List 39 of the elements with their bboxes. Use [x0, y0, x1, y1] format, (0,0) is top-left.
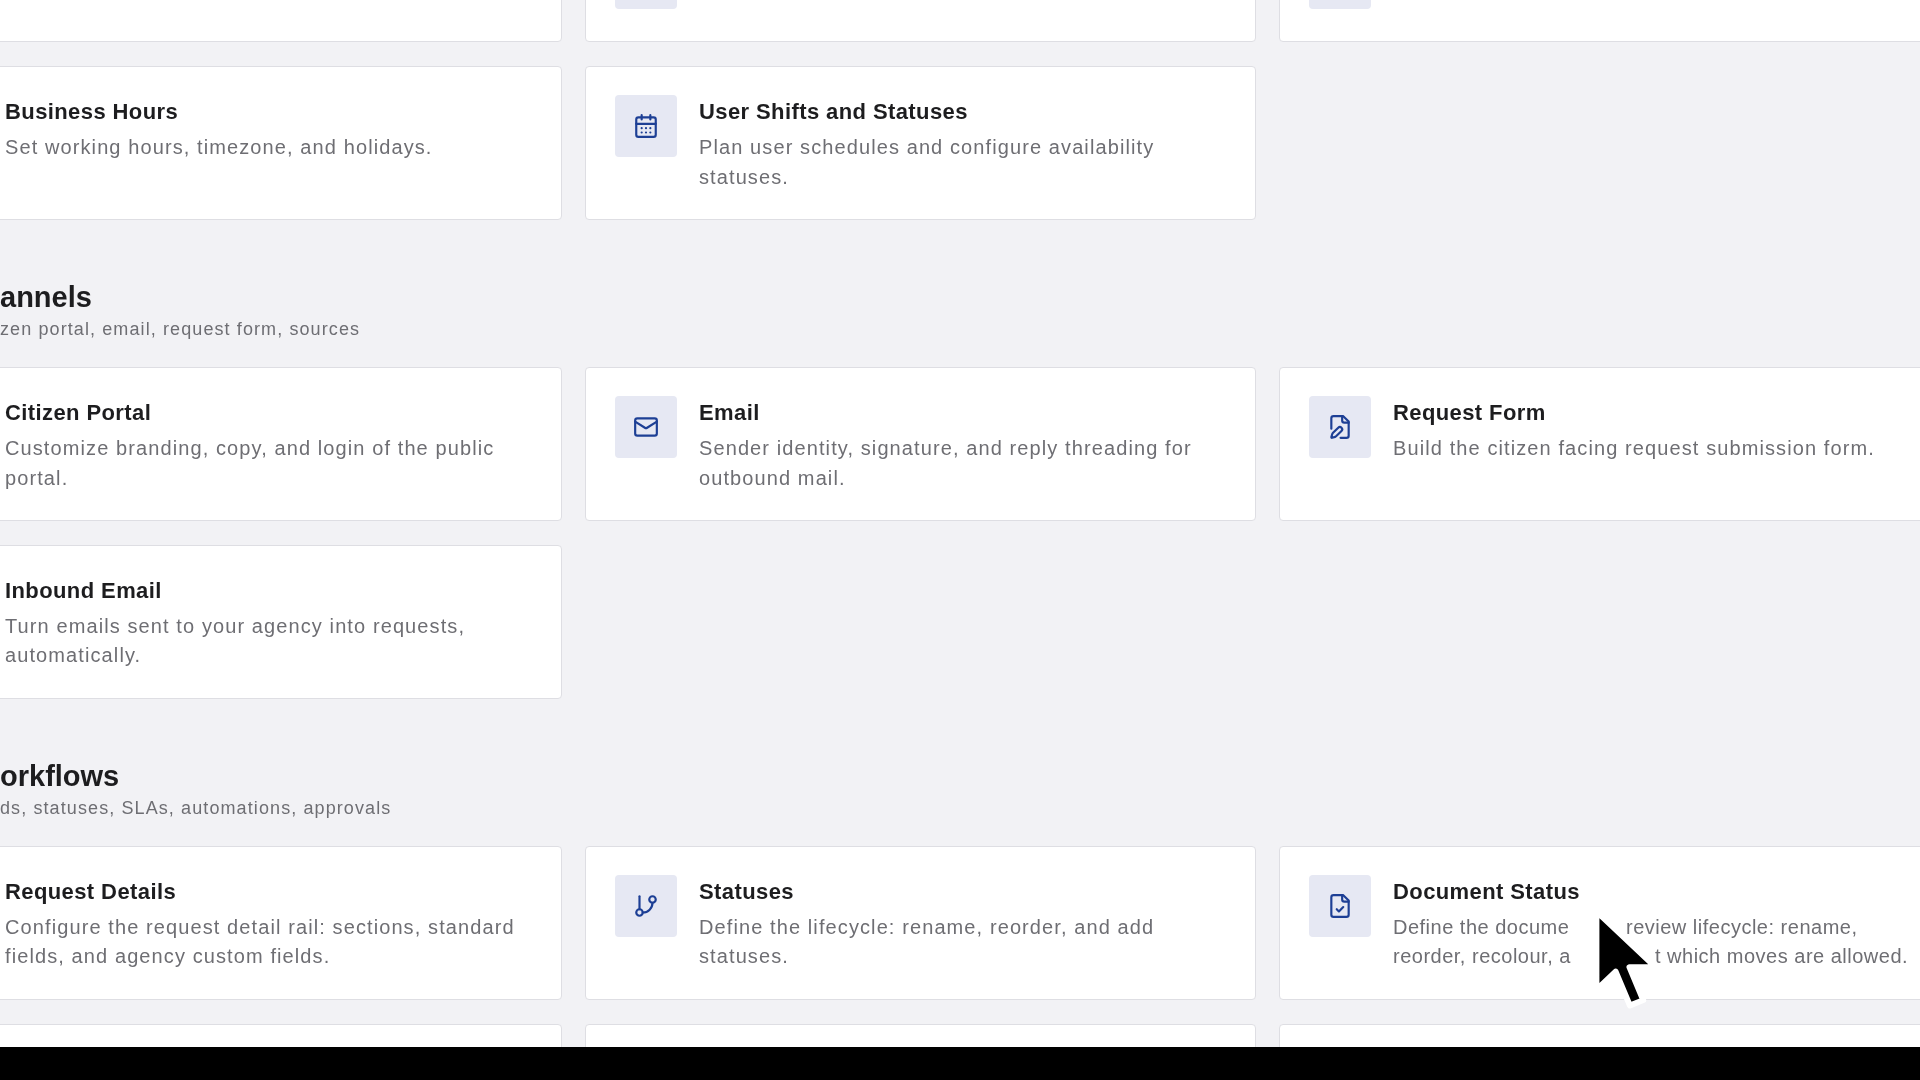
card-description: reorder, recolour, a: [1393, 944, 1571, 970]
card-description: Set working hours, timezone, and holidays.: [5, 135, 434, 161]
card-title: Email: [699, 399, 760, 428]
settings-card[interactable]: Request Form Build the citizen facing request submission form.: [1279, 367, 1920, 521]
card-description: Plan user schedules and configure availability statuses.: [699, 135, 1156, 190]
card-title: Citizen Portal: [5, 399, 152, 428]
envelope-icon: [615, 396, 677, 459]
card-title: Document Status: [1393, 877, 1580, 906]
settings-card[interactable]: Business Hours Set working hours, timezone, and holidays.: [0, 66, 562, 221]
section-heading: annels: [0, 280, 92, 316]
calendar-icon: [615, 95, 677, 158]
card-description: review lifecycle: rename,: [1626, 914, 1858, 940]
card-description: Define the docume: [1393, 914, 1570, 940]
card-description: Sender identity, signature, and reply threading for outbound mail.: [699, 436, 1193, 491]
section-subtitle: ds, statuses, SLAs, automations, approvals: [0, 796, 392, 820]
file-check-icon: [1309, 874, 1371, 937]
settings-card[interactable]: Document Status Define the docume review lifecycle: rename, reorder, recolour, a t which moves are allowed.: [1279, 845, 1920, 1000]
settings-card[interactable]: Statuses Define the lifecycle: rename, reorder, and add statuses.: [585, 845, 1256, 1000]
card-title: Statuses: [699, 877, 794, 906]
settings-card[interactable]: Inbound Email Turn emails sent to your agency into requests, automatically.: [0, 545, 562, 699]
section-subtitle: zen portal, email, request form, sources: [0, 318, 361, 342]
card-description: Build the citizen facing request submission form.: [1393, 436, 1876, 462]
card-title: Inbound Email: [5, 577, 162, 605]
card-title: Business Hours: [5, 98, 179, 127]
section-heading: orkflows: [0, 758, 120, 794]
card-description: Configure the request detail rail: sections, standard fields, and agency custom fields.: [5, 914, 516, 970]
card-description: Turn emails sent to your agency into requests, automatically.: [5, 614, 467, 669]
card-description: t which moves are allowed.: [1655, 944, 1909, 970]
settings-card[interactable]: Citizen Portal Customize branding, copy, and login of the public portal.: [0, 367, 562, 521]
card-description: Define the lifecycle: rename, reorder, and add statuses.: [699, 914, 1156, 970]
settings-card[interactable]: Email Sender identity, signature, and reply threading for outbound mail.: [585, 367, 1256, 521]
card-description: Customize branding, copy, and login of the public portal.: [5, 436, 496, 491]
settings-card[interactable]: Request Details Configure the request detail rail: sections, standard fields, and agency custom fields.: [0, 845, 562, 1000]
branch-icon: [615, 874, 677, 937]
file-pen-icon: [1309, 396, 1371, 459]
settings-card[interactable]: User Shifts and Statuses Plan user schedules and configure availability statuses.: [585, 66, 1256, 221]
card-title: Request Form: [1393, 399, 1546, 428]
card-title: User Shifts and Statuses: [699, 98, 968, 127]
card-title: Request Details: [5, 877, 177, 906]
